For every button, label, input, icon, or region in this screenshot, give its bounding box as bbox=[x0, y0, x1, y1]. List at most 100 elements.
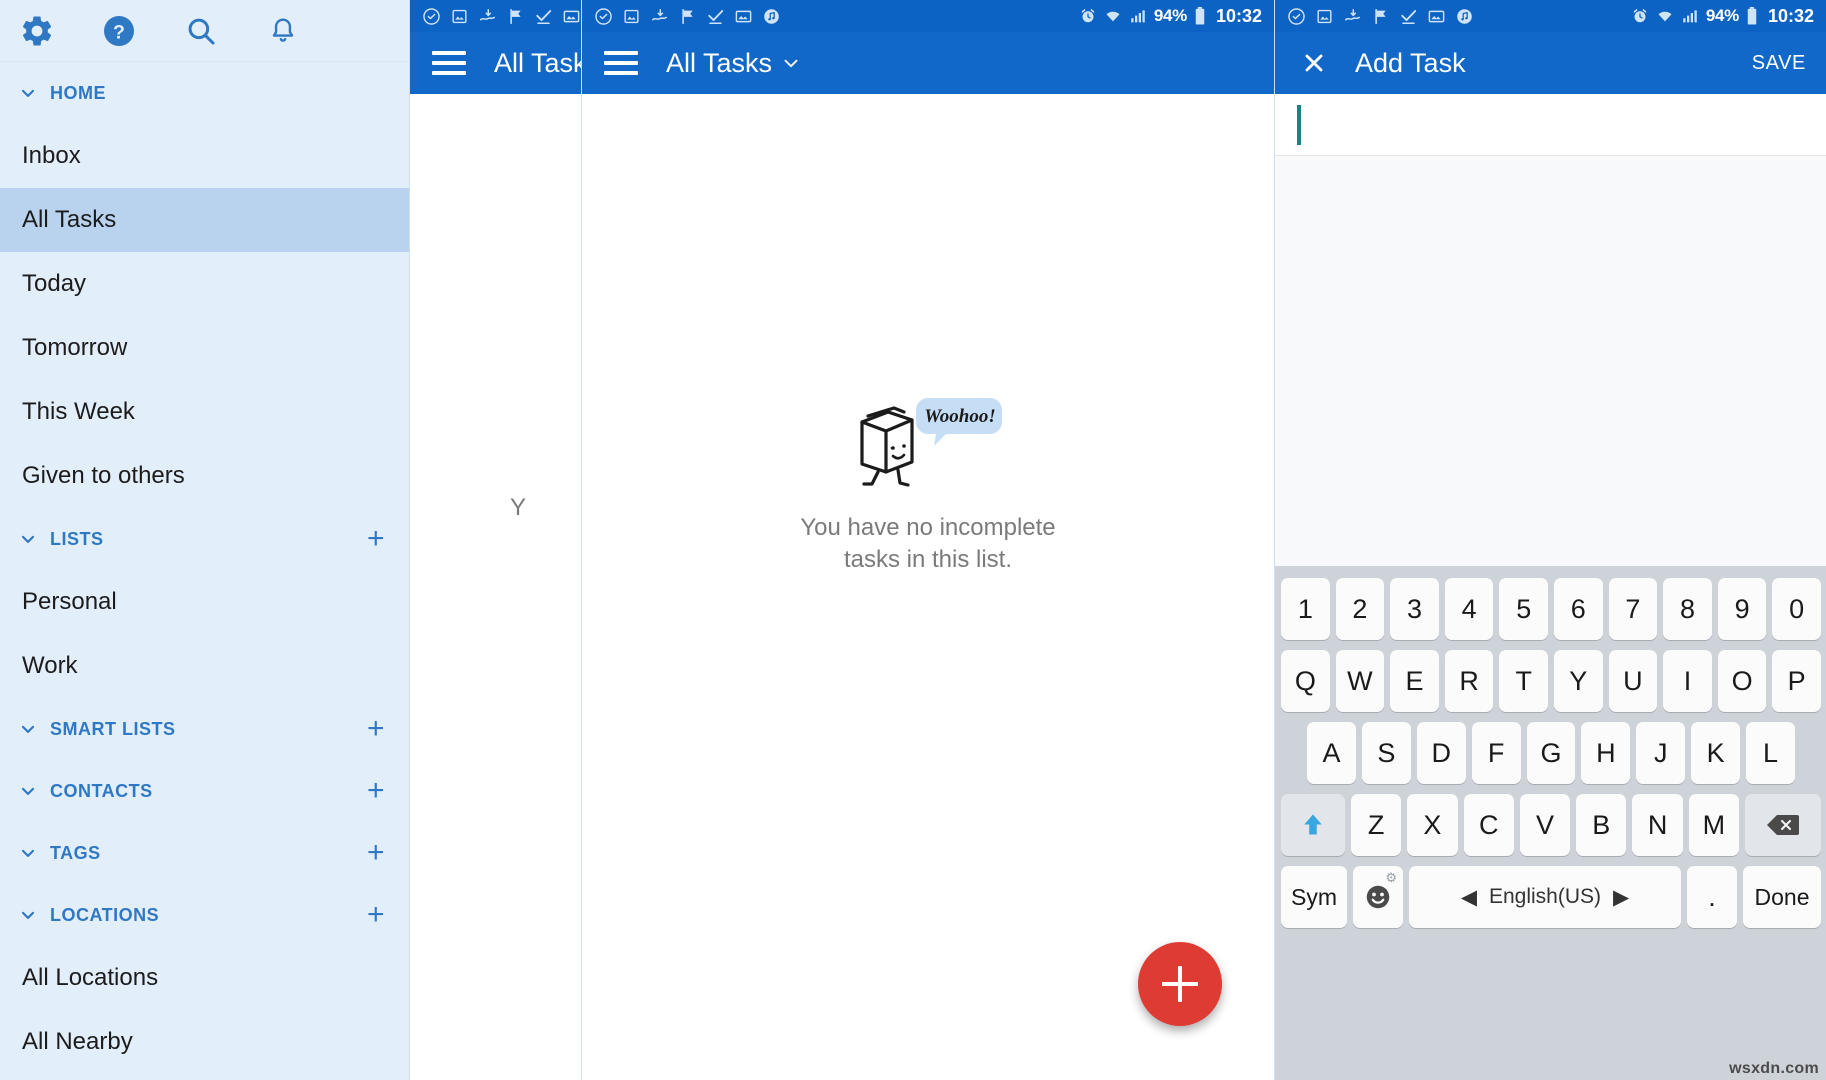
sidebar-item-given-to-others[interactable]: Given to others bbox=[0, 444, 409, 508]
key-b[interactable]: B bbox=[1576, 794, 1627, 856]
backspace-icon[interactable] bbox=[1744, 794, 1821, 856]
battery-icon bbox=[1195, 7, 1205, 25]
key-f[interactable]: F bbox=[1471, 722, 1521, 784]
status-icons-left-addtask bbox=[1287, 7, 1474, 26]
add-smart_lists-button[interactable]: + bbox=[367, 714, 385, 744]
chevron-down-icon[interactable] bbox=[18, 719, 38, 739]
key-9[interactable]: 9 bbox=[1717, 578, 1767, 640]
chevron-down-icon[interactable] bbox=[18, 905, 38, 925]
sidebar-section-label: TAGS bbox=[50, 842, 101, 863]
triangle-right-icon[interactable]: ▶ bbox=[1613, 885, 1629, 910]
key-o[interactable]: O bbox=[1717, 650, 1767, 712]
download-icon bbox=[480, 8, 495, 20]
key-a[interactable]: A bbox=[1307, 722, 1356, 784]
sidebar-section-label: LOCATIONS bbox=[50, 904, 160, 925]
key-x[interactable]: X bbox=[1407, 794, 1458, 856]
period-key[interactable]: . bbox=[1687, 866, 1737, 928]
key-e[interactable]: E bbox=[1390, 650, 1439, 712]
key-t[interactable]: T bbox=[1499, 650, 1548, 712]
key-k[interactable]: K bbox=[1691, 722, 1741, 784]
symbols-key[interactable]: Sym bbox=[1281, 866, 1347, 928]
add-task-fab[interactable] bbox=[1138, 942, 1222, 1026]
space-key[interactable]: ◀ English(US) ▶ bbox=[1409, 866, 1681, 928]
key-j[interactable]: J bbox=[1636, 722, 1686, 784]
sidebar-section-lists[interactable]: LISTS + bbox=[0, 508, 409, 570]
tasks-panel-clipped: 94% 10:32 All Tasks You have no incomple… bbox=[410, 0, 582, 1080]
key-0[interactable]: 0 bbox=[1772, 578, 1821, 640]
sidebar-item-tomorrow[interactable]: Tomorrow bbox=[0, 316, 409, 380]
navigation-sidebar: ? HOME Inbox All Tasks Today Tomorrow This We… bbox=[0, 0, 410, 1080]
chevron-down-icon[interactable] bbox=[18, 781, 38, 801]
key-7[interactable]: 7 bbox=[1608, 578, 1658, 640]
check-icon bbox=[708, 9, 724, 24]
flag-icon bbox=[682, 8, 693, 24]
emoji-smiley-icon[interactable]: ⚙ bbox=[1353, 866, 1403, 928]
close-icon[interactable] bbox=[1297, 50, 1331, 76]
sidebar-item-all-locations[interactable]: All Locations bbox=[0, 946, 409, 1010]
sidebar-section-locations[interactable]: LOCATIONS + bbox=[0, 884, 409, 946]
photo-icon bbox=[563, 10, 580, 22]
key-5[interactable]: 5 bbox=[1499, 578, 1548, 640]
status-icons-left bbox=[422, 7, 581, 26]
key-v[interactable]: V bbox=[1519, 794, 1571, 856]
chevron-down-icon[interactable] bbox=[18, 83, 38, 103]
shift-up-arrow-icon[interactable] bbox=[1281, 794, 1346, 856]
gear-icon[interactable]: ⚙ bbox=[1385, 870, 1397, 886]
key-w[interactable]: W bbox=[1335, 650, 1385, 712]
sidebar-item-all-nearby[interactable]: All Nearby bbox=[0, 1010, 409, 1074]
empty-line-1: You have no incomplete bbox=[800, 514, 1056, 541]
bell-icon[interactable] bbox=[264, 12, 302, 50]
key-u[interactable]: U bbox=[1608, 650, 1658, 712]
battery-icon bbox=[1747, 7, 1757, 25]
sidebar-section-smart_lists[interactable]: SMART LISTS + bbox=[0, 698, 409, 760]
add-contacts-button[interactable]: + bbox=[367, 776, 385, 806]
hamburger-icon[interactable] bbox=[432, 51, 466, 75]
key-n[interactable]: N bbox=[1632, 794, 1683, 856]
sidebar-item-this-week[interactable]: This Week bbox=[0, 380, 409, 444]
sidebar-item-all-tasks[interactable]: All Tasks bbox=[0, 188, 409, 252]
sidebar-item-today[interactable]: Today bbox=[0, 252, 409, 316]
key-r[interactable]: R bbox=[1444, 650, 1494, 712]
add-tags-button[interactable]: + bbox=[367, 838, 385, 868]
add-lists-button[interactable]: + bbox=[367, 524, 385, 554]
key-p[interactable]: P bbox=[1772, 650, 1821, 712]
add-locations-button[interactable]: + bbox=[367, 900, 385, 930]
sidebar-section-contacts[interactable]: CONTACTS + bbox=[0, 760, 409, 822]
sidebar-item-inbox[interactable]: Inbox bbox=[0, 124, 409, 188]
chevron-down-icon[interactable] bbox=[780, 52, 802, 74]
sidebar-item-work[interactable]: Work bbox=[0, 634, 409, 698]
search-icon[interactable] bbox=[182, 12, 220, 50]
key-3[interactable]: 3 bbox=[1390, 578, 1439, 640]
key-g[interactable]: G bbox=[1526, 722, 1576, 784]
key-y[interactable]: Y bbox=[1554, 650, 1603, 712]
key-z[interactable]: Z bbox=[1351, 794, 1402, 856]
sidebar-section-home[interactable]: HOME bbox=[0, 62, 409, 124]
chevron-down-icon[interactable] bbox=[18, 529, 38, 549]
key-6[interactable]: 6 bbox=[1554, 578, 1603, 640]
key-4[interactable]: 4 bbox=[1444, 578, 1494, 640]
key-q[interactable]: Q bbox=[1281, 650, 1330, 712]
sidebar-section-tags[interactable]: TAGS + bbox=[0, 822, 409, 884]
status-icons-right-addtask: 94% 10:32 bbox=[1631, 6, 1814, 27]
save-button[interactable]: SAVE bbox=[1752, 52, 1806, 75]
done-key[interactable]: Done bbox=[1743, 866, 1821, 928]
download-icon bbox=[1345, 8, 1360, 20]
key-i[interactable]: I bbox=[1663, 650, 1712, 712]
key-1[interactable]: 1 bbox=[1281, 578, 1330, 640]
sidebar-item-personal[interactable]: Personal bbox=[0, 570, 409, 634]
key-2[interactable]: 2 bbox=[1335, 578, 1385, 640]
help-icon[interactable]: ? bbox=[100, 12, 138, 50]
task-name-input-row[interactable] bbox=[1275, 94, 1826, 156]
clock-check-icon bbox=[1288, 7, 1305, 25]
key-l[interactable]: L bbox=[1746, 722, 1796, 784]
key-d[interactable]: D bbox=[1416, 722, 1466, 784]
chevron-down-icon[interactable] bbox=[18, 843, 38, 863]
key-h[interactable]: H bbox=[1581, 722, 1631, 784]
key-m[interactable]: M bbox=[1688, 794, 1739, 856]
triangle-left-icon[interactable]: ◀ bbox=[1461, 885, 1477, 910]
key-c[interactable]: C bbox=[1463, 794, 1514, 856]
key-s[interactable]: S bbox=[1361, 722, 1411, 784]
key-8[interactable]: 8 bbox=[1663, 578, 1712, 640]
hamburger-icon[interactable] bbox=[604, 51, 638, 75]
gear-icon[interactable] bbox=[18, 12, 56, 50]
